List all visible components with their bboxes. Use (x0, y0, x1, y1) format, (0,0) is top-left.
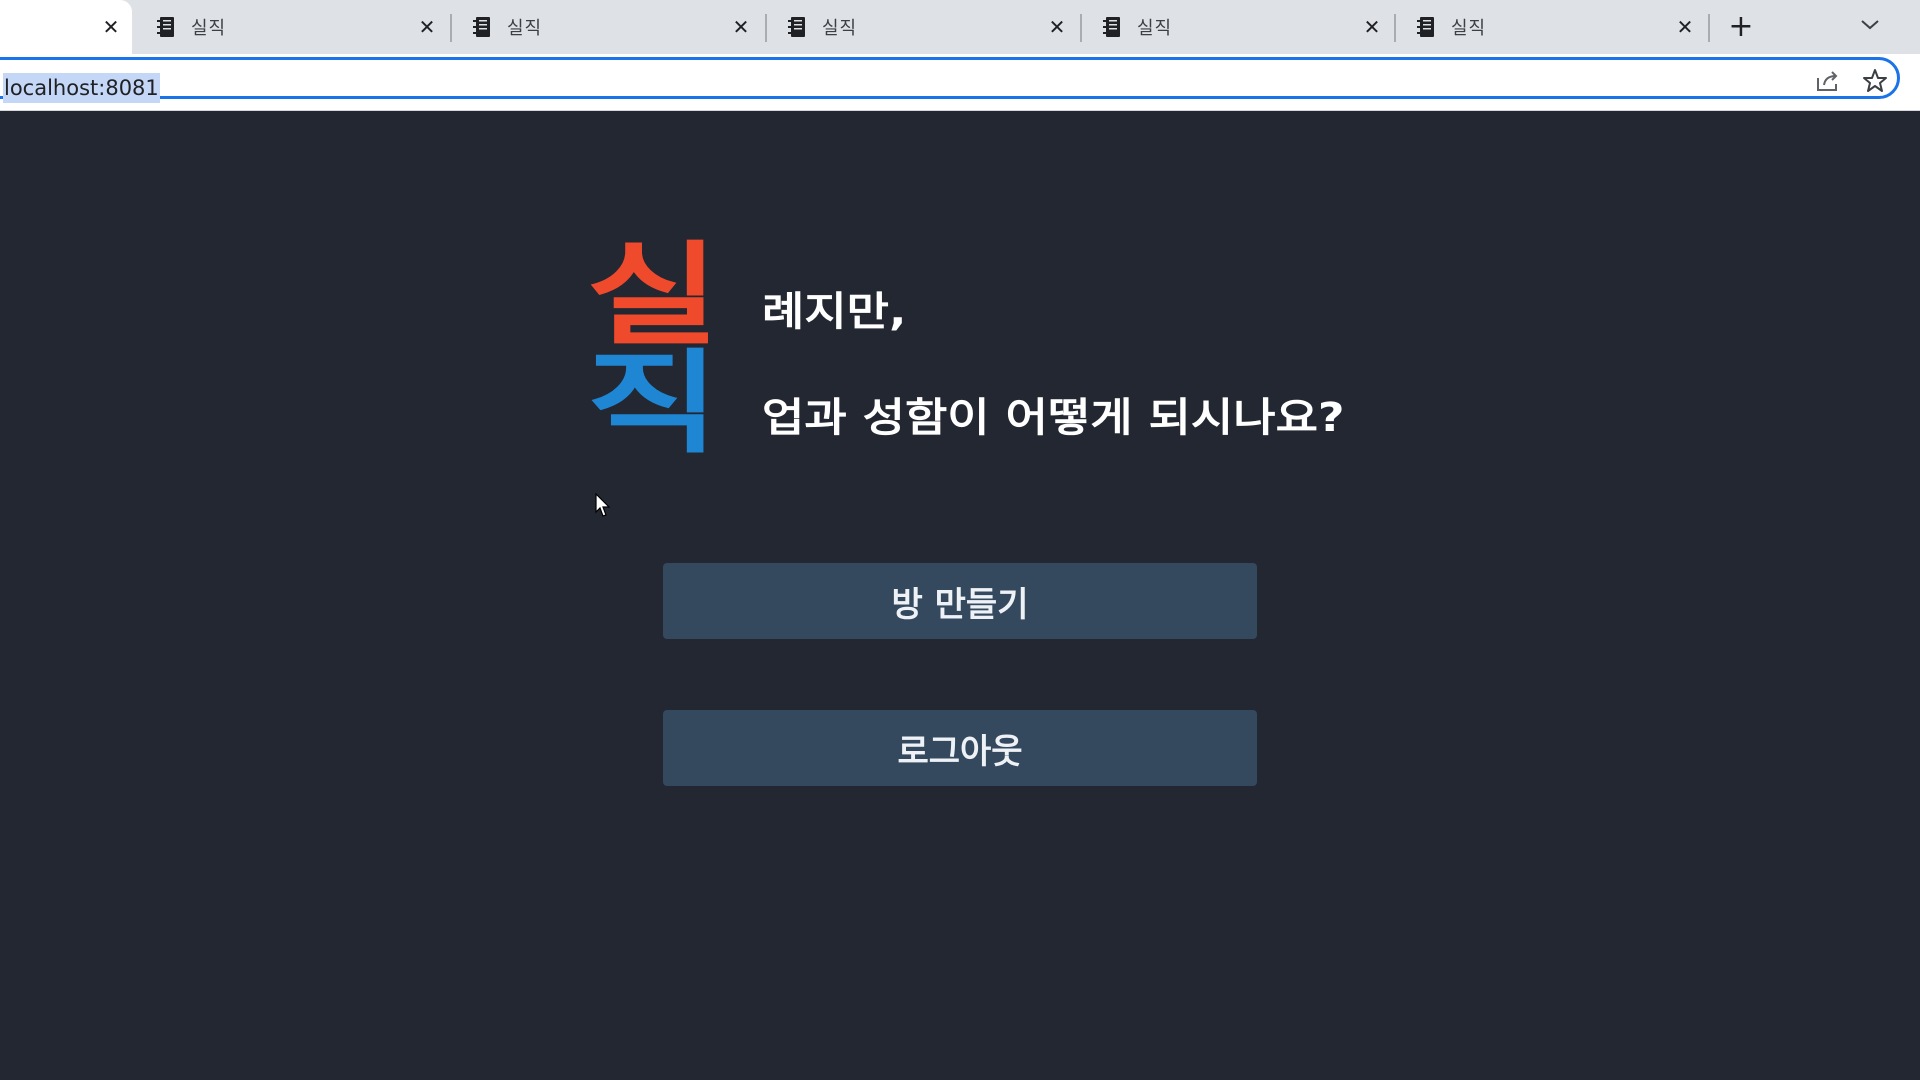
new-tab-button[interactable]: + (1726, 10, 1756, 44)
url-text[interactable]: localhost:8081 (3, 73, 160, 103)
headline-line-1: 례지만, (762, 289, 907, 335)
tab-active[interactable]: ✕ (0, 0, 132, 54)
headline-line-2: 업과 성함이 어떻게 되시나요? (762, 395, 1345, 441)
headline-accent-char-2: 직 (586, 339, 720, 469)
notebook-icon (1417, 17, 1434, 37)
share-icon[interactable] (1814, 68, 1840, 94)
close-icon[interactable]: ✕ (1361, 16, 1383, 38)
tab[interactable]: 실직 ✕ (767, 0, 1077, 54)
bookmark-star-icon[interactable] (1862, 68, 1888, 94)
close-icon[interactable]: ✕ (730, 16, 752, 38)
create-room-button[interactable]: 방 만들기 (663, 563, 1257, 639)
notebook-icon (157, 17, 174, 37)
close-icon[interactable]: ✕ (1046, 16, 1068, 38)
mouse-cursor-icon (595, 493, 611, 517)
tab[interactable]: 실직 ✕ (136, 0, 446, 54)
tab-strip: ✕ 실직 ✕ 실직 ✕ 실직 ✕ 실직 ✕ 실직 ✕ + (0, 0, 1920, 54)
tab-title: 실직 (191, 18, 227, 39)
notebook-icon (473, 17, 490, 37)
tab-divider (1708, 14, 1710, 42)
tab-title: 실직 (1451, 18, 1487, 39)
notebook-icon (788, 17, 805, 37)
close-icon[interactable]: ✕ (100, 16, 122, 38)
tab-title: 실직 (1137, 18, 1173, 39)
browser-toolbar: localhost:8081 (0, 54, 1920, 111)
tab[interactable]: 실직 ✕ (452, 0, 762, 54)
tab[interactable]: 실직 ✕ (1396, 0, 1706, 54)
close-icon[interactable]: ✕ (416, 16, 438, 38)
close-icon[interactable]: ✕ (1674, 16, 1696, 38)
headline-accent-char-1: 실 (586, 231, 720, 361)
tab[interactable]: 실직 ✕ (1082, 0, 1392, 54)
logout-button[interactable]: 로그아웃 (663, 710, 1257, 786)
chevron-down-icon[interactable] (1858, 15, 1882, 35)
notebook-icon (1103, 17, 1120, 37)
address-bar[interactable]: localhost:8081 (0, 57, 1900, 103)
tab-title: 실직 (822, 18, 858, 39)
tab-title: 실직 (507, 18, 543, 39)
